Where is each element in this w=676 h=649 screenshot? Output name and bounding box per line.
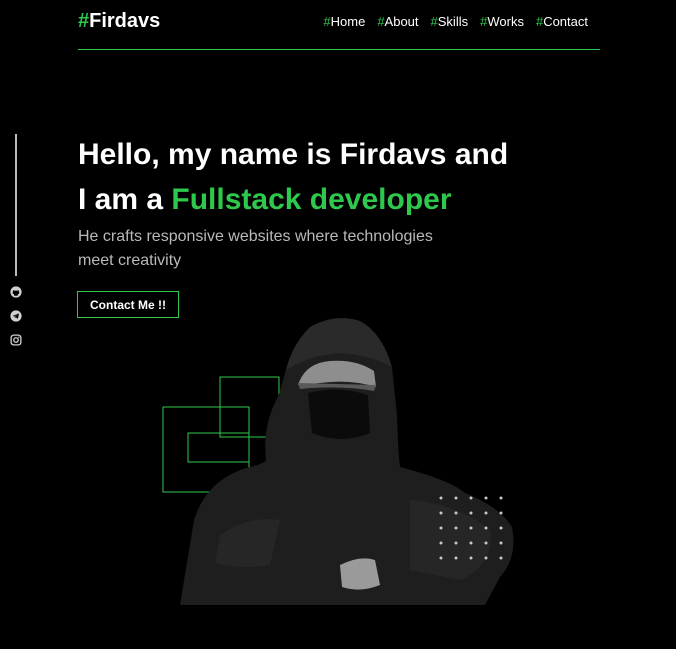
nav-home[interactable]: #Home bbox=[323, 14, 365, 29]
hero-heading-line1: Hello, my name is Firdavs and bbox=[78, 138, 509, 171]
hero-illustration bbox=[162, 318, 514, 605]
telegram-icon[interactable] bbox=[10, 310, 22, 322]
nav-about[interactable]: #About bbox=[377, 14, 418, 29]
instagram-icon[interactable] bbox=[10, 334, 22, 346]
nav-skills[interactable]: #Skills bbox=[431, 14, 469, 29]
main-nav: #Home #About #Skills #Works #Contact bbox=[323, 14, 588, 29]
hero-role-highlight: Fullstack developer bbox=[171, 183, 452, 216]
github-icon[interactable] bbox=[10, 286, 22, 298]
site-header: #Firdavs #Home #About #Skills #Works #Co… bbox=[78, 0, 600, 50]
nav-works[interactable]: #Works bbox=[480, 14, 524, 29]
hero-subtitle: He crafts responsive websites where tech… bbox=[78, 228, 433, 269]
hero-heading-prefix: I am a bbox=[78, 183, 172, 216]
nav-contact[interactable]: #Contact bbox=[536, 14, 588, 29]
hero-heading: Hello, my name is Firdavs and I am a Ful… bbox=[78, 132, 508, 222]
contact-me-button[interactable]: Contact Me !! bbox=[77, 291, 179, 318]
social-divider-line bbox=[15, 134, 17, 276]
logo[interactable]: #Firdavs bbox=[78, 10, 160, 33]
